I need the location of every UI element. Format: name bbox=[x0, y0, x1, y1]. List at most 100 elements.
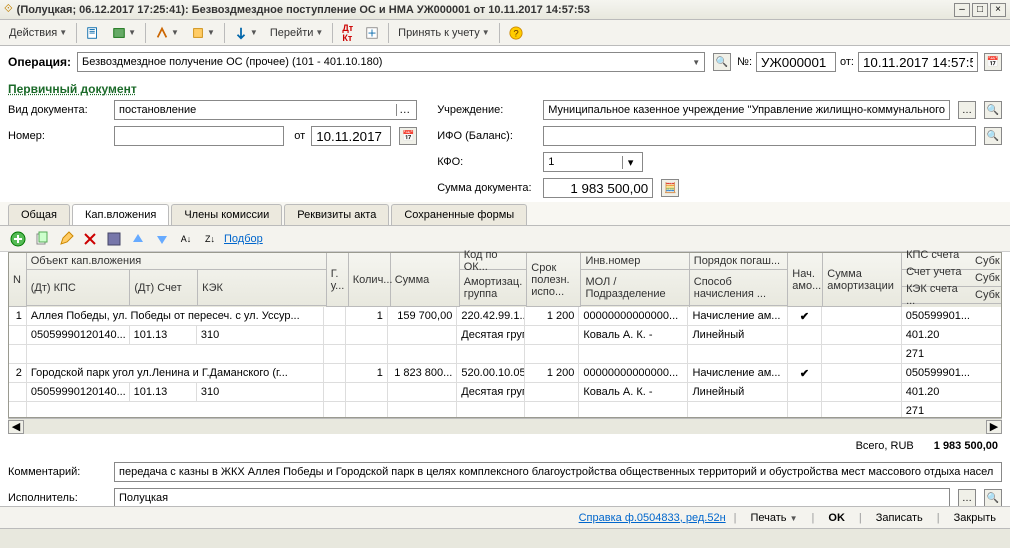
doc-date[interactable] bbox=[858, 52, 978, 72]
tab-members[interactable]: Члены комиссии bbox=[171, 204, 282, 225]
tool-dtkt[interactable]: ДтКт bbox=[337, 23, 358, 43]
titlebar: ⟐ (Полуцкая; 06.12.2017 17:25:41): Безво… bbox=[0, 0, 1010, 20]
hdr-kek[interactable]: КЭК bbox=[198, 270, 326, 306]
save-button[interactable]: Записать bbox=[870, 512, 929, 524]
tab-rekvizity[interactable]: Реквизиты акта bbox=[284, 204, 389, 225]
hdr-n[interactable]: N bbox=[9, 253, 26, 307]
hdr-dtsch[interactable]: (Дт) Счет bbox=[130, 270, 198, 306]
kfo-input[interactable]: 1▾ bbox=[543, 152, 643, 172]
exec-label: Исполнитель: bbox=[8, 492, 108, 504]
org-ell[interactable]: … bbox=[958, 101, 976, 119]
comment-label: Комментарий: bbox=[8, 466, 108, 478]
calendar-icon[interactable]: 📅 bbox=[984, 53, 1002, 71]
hdr-sam[interactable]: Сумма амортизации bbox=[823, 253, 901, 307]
table-row[interactable]: 2Городской парк угол ул.Ленина и Г.Даман… bbox=[9, 364, 1001, 417]
grid-body[interactable]: 1Аллея Победы, ул. Победы от пересеч. с … bbox=[9, 307, 1001, 417]
ifo-label: ИФО (Баланс): bbox=[437, 130, 537, 142]
sort-az-icon[interactable]: A↓ bbox=[176, 229, 196, 249]
exec-input[interactable]: Полуцкая bbox=[114, 488, 950, 508]
svg-text:?: ? bbox=[513, 28, 518, 39]
minimize-button[interactable]: – bbox=[954, 3, 970, 17]
delete-icon[interactable] bbox=[80, 229, 100, 249]
actions-menu[interactable]: Действия▼ bbox=[4, 23, 72, 43]
sumdoc-label: Сумма документа: bbox=[437, 182, 537, 194]
tab-general[interactable]: Общая bbox=[8, 204, 70, 225]
main-toolbar: Действия▼ ▼ ▼ ▼ ▼ Перейти▼ ДтКт Принять … bbox=[0, 20, 1010, 46]
exec-ell[interactable]: … bbox=[958, 489, 976, 507]
tool-1[interactable] bbox=[81, 23, 105, 43]
org-search[interactable]: 🔍 bbox=[984, 101, 1002, 119]
hdr-sposob[interactable]: Способ начисления ... bbox=[690, 270, 787, 306]
tool-3[interactable]: ▼ bbox=[150, 23, 184, 43]
ifo-input[interactable] bbox=[543, 126, 976, 146]
hdr-obj[interactable]: Объект кап.вложения bbox=[27, 253, 326, 270]
accept-menu[interactable]: Принять к учету▼ bbox=[393, 23, 494, 43]
kfo-label: КФО: bbox=[437, 156, 537, 168]
doc-type-input[interactable]: постановление… bbox=[114, 100, 417, 120]
hdr-sub3[interactable]: Субк bbox=[971, 287, 1001, 304]
add-icon[interactable] bbox=[8, 229, 28, 249]
doc-type-label: Вид документа: bbox=[8, 104, 108, 116]
hdr-keks[interactable]: КЭК счета ... bbox=[902, 287, 971, 304]
exec-search[interactable]: 🔍 bbox=[984, 489, 1002, 507]
save-icon[interactable] bbox=[104, 229, 124, 249]
hdr-sum[interactable]: Сумма bbox=[391, 253, 459, 307]
maximize-button[interactable]: □ bbox=[972, 3, 988, 17]
grid: N Объект кап.вложения (Дт) КПС (Дт) Счет… bbox=[8, 252, 1002, 418]
primary-doc-title: Первичный документ bbox=[0, 78, 1010, 100]
sumdoc-input[interactable] bbox=[543, 178, 653, 198]
up-icon[interactable] bbox=[128, 229, 148, 249]
number-input[interactable] bbox=[114, 126, 284, 146]
hdr-srok[interactable]: Срок полезн. испо... bbox=[527, 253, 580, 307]
hdr-por[interactable]: Порядок погаш... bbox=[690, 253, 787, 270]
tool-4[interactable]: ▼ bbox=[186, 23, 220, 43]
copy-icon[interactable] bbox=[32, 229, 52, 249]
tool-2[interactable]: ▼ bbox=[107, 23, 141, 43]
tool-6[interactable] bbox=[360, 23, 384, 43]
tool-5[interactable]: ▼ bbox=[229, 23, 263, 43]
primary-date[interactable] bbox=[311, 126, 391, 146]
close-button[interactable]: × bbox=[990, 3, 1006, 17]
total-value: 1 983 500,00 bbox=[934, 440, 998, 452]
edit-icon[interactable] bbox=[56, 229, 76, 249]
window-title: (Полуцкая; 06.12.2017 17:25:41): Безвозд… bbox=[17, 4, 590, 16]
tab-bar: Общая Кап.вложения Члены комиссии Реквиз… bbox=[0, 202, 1010, 226]
total-label: Всего, RUB bbox=[856, 440, 914, 452]
hdr-kol[interactable]: Колич... bbox=[349, 253, 390, 307]
hdr-gu[interactable]: Г. у... bbox=[327, 253, 348, 307]
ref-link[interactable]: Справка ф.0504833, ред.52н bbox=[579, 512, 726, 524]
tab-savedforms[interactable]: Сохраненные формы bbox=[391, 204, 527, 225]
ok-button[interactable]: OK bbox=[822, 512, 851, 524]
help-icon[interactable]: ? bbox=[504, 23, 528, 43]
app-icon: ⟐ bbox=[4, 3, 13, 16]
hdr-amort[interactable]: Амортизац. группа bbox=[460, 270, 527, 306]
calendar-icon2[interactable]: 📅 bbox=[399, 127, 417, 145]
table-row[interactable]: 1Аллея Победы, ул. Победы от пересеч. с … bbox=[9, 307, 1001, 364]
hdr-sub1[interactable]: Субк bbox=[971, 253, 1001, 270]
operation-input[interactable]: Безвоздмездное получение ОС (прочее) (10… bbox=[77, 52, 705, 72]
tab-kapvlozh[interactable]: Кап.вложения bbox=[72, 204, 169, 225]
hdr-sub2[interactable]: Субк bbox=[971, 270, 1001, 287]
close-button-bottom[interactable]: Закрыть bbox=[948, 512, 1002, 524]
from-label2: от bbox=[294, 130, 305, 142]
sort-za-icon[interactable]: Z↓ bbox=[200, 229, 220, 249]
hdr-dtkps[interactable]: (Дт) КПС bbox=[27, 270, 131, 306]
down-icon[interactable] bbox=[152, 229, 172, 249]
h-scrollbar[interactable]: ◀▶ bbox=[8, 418, 1002, 434]
doc-number[interactable] bbox=[756, 52, 836, 72]
operation-search[interactable]: 🔍 bbox=[713, 53, 731, 71]
podbor-link[interactable]: Подбор bbox=[224, 233, 263, 245]
operation-line: Операция: Безвоздмездное получение ОС (п… bbox=[0, 46, 1010, 78]
comment-input[interactable]: передача с казны в ЖКХ Аллея Победы и Го… bbox=[114, 462, 1002, 482]
ifo-search[interactable]: 🔍 bbox=[984, 127, 1002, 145]
go-menu[interactable]: Перейти▼ bbox=[265, 23, 329, 43]
sum-calc-icon[interactable]: 🧮 bbox=[661, 179, 679, 197]
print-button[interactable]: Печать ▼ bbox=[745, 512, 804, 524]
org-input[interactable]: Муниципальное казенное учреждение ''Упра… bbox=[543, 100, 950, 120]
hdr-nach[interactable]: Нач. амо... bbox=[788, 253, 822, 307]
hdr-kod[interactable]: Код по ОК... bbox=[460, 253, 527, 270]
hdr-mol[interactable]: МОЛ / Подразделение bbox=[581, 270, 688, 306]
num-label: №: bbox=[737, 56, 752, 68]
number-label: Номер: bbox=[8, 130, 108, 142]
hdr-inv[interactable]: Инв.номер bbox=[581, 253, 688, 270]
